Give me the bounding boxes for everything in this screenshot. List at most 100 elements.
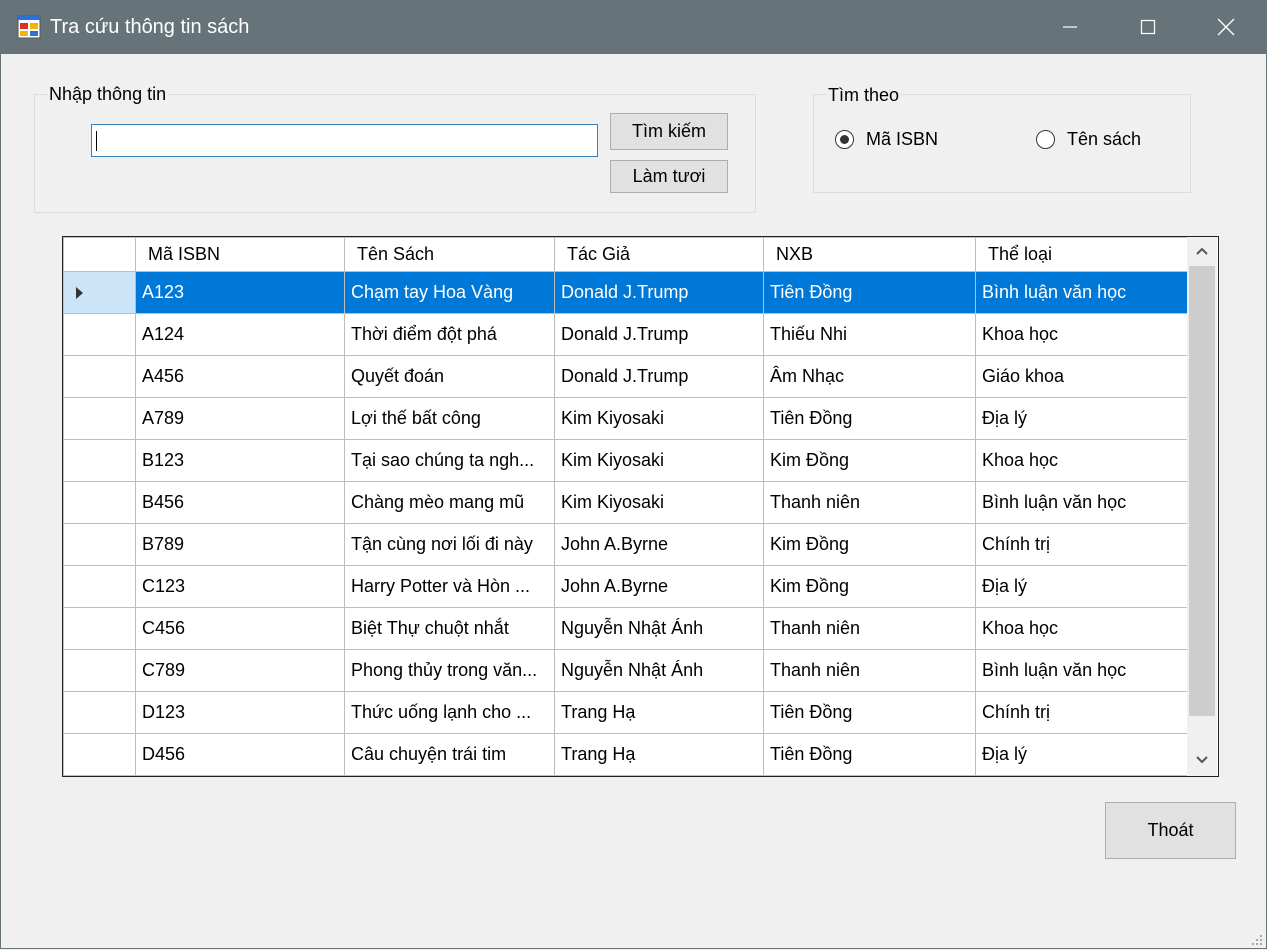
cell-author[interactable]: Donald J.Trump xyxy=(554,355,764,398)
cell-genre[interactable]: Địa lý xyxy=(975,397,1190,440)
cell-title[interactable]: Câu chuyện trái tim xyxy=(344,733,555,776)
cell-genre[interactable]: Địa lý xyxy=(975,565,1190,608)
cell-title[interactable]: Tận cùng nơi lối đi này xyxy=(344,523,555,566)
cell-publisher[interactable]: Kim Đồng xyxy=(763,439,976,482)
cell-author[interactable]: John A.Byrne xyxy=(554,523,764,566)
cell-isbn[interactable]: C789 xyxy=(135,649,345,692)
cell-genre[interactable]: Bình luận văn học xyxy=(975,649,1190,692)
cell-genre[interactable]: Khoa học xyxy=(975,313,1190,356)
resize-grip-icon[interactable] xyxy=(1250,933,1264,947)
table-row[interactable]: A456 Quyết đoán Donald J.Trump Âm Nhạc Giáo … xyxy=(63,355,1190,398)
cell-publisher[interactable]: Tiên Đồng xyxy=(763,397,976,440)
cell-publisher[interactable]: Thanh niên xyxy=(763,481,976,524)
exit-button[interactable]: Thoát xyxy=(1105,802,1236,859)
close-button[interactable] xyxy=(1186,0,1266,54)
table-row[interactable]: D123 Thức uống lạnh cho ... Trang Hạ Tiên Đ… xyxy=(63,691,1190,734)
table-row[interactable]: B456 Chàng mèo mang mũ Kim Kiyosaki Thanh n… xyxy=(63,481,1190,524)
cell-author[interactable]: Nguyễn Nhật Ánh xyxy=(554,649,764,692)
row-header[interactable] xyxy=(63,691,136,734)
cell-genre[interactable]: Bình luận văn học xyxy=(975,481,1190,524)
cell-author[interactable]: Nguyễn Nhật Ánh xyxy=(554,607,764,650)
row-header[interactable] xyxy=(63,439,136,482)
row-header[interactable] xyxy=(63,565,136,608)
table-row[interactable]: A789 Lợi thế bất công Kim Kiyosaki Tiên Đồn… xyxy=(63,397,1190,440)
cell-title[interactable]: Biệt Thự chuột nhắt xyxy=(344,607,555,650)
cell-isbn[interactable]: C123 xyxy=(135,565,345,608)
row-header[interactable] xyxy=(63,649,136,692)
cell-title[interactable]: Thời điểm đột phá xyxy=(344,313,555,356)
cell-title[interactable]: Chàng mèo mang mũ xyxy=(344,481,555,524)
cell-isbn[interactable]: A789 xyxy=(135,397,345,440)
cell-genre[interactable]: Giáo khoa xyxy=(975,355,1190,398)
cell-genre[interactable]: Khoa học xyxy=(975,607,1190,650)
cell-author[interactable]: Kim Kiyosaki xyxy=(554,439,764,482)
row-header[interactable] xyxy=(63,313,136,356)
cell-publisher[interactable]: Thanh niên xyxy=(763,607,976,650)
column-header-genre[interactable]: Thể loại xyxy=(975,237,1190,272)
cell-title[interactable]: Phong thủy trong văn... xyxy=(344,649,555,692)
cell-isbn[interactable]: C456 xyxy=(135,607,345,650)
cell-isbn[interactable]: A124 xyxy=(135,313,345,356)
cell-title[interactable]: Harry Potter và Hòn ... xyxy=(344,565,555,608)
radio-title[interactable]: Tên sách xyxy=(1036,129,1141,150)
cell-author[interactable]: Trang Hạ xyxy=(554,733,764,776)
cell-publisher[interactable]: Kim Đồng xyxy=(763,565,976,608)
cell-publisher[interactable]: Tiên Đồng xyxy=(763,733,976,776)
table-row[interactable]: A124 Thời điểm đột phá Donald J.Trump Thiếu… xyxy=(63,313,1190,356)
cell-author[interactable]: Kim Kiyosaki xyxy=(554,481,764,524)
maximize-button[interactable] xyxy=(1108,0,1188,54)
cell-isbn[interactable]: A456 xyxy=(135,355,345,398)
cell-isbn[interactable]: A123 xyxy=(135,271,345,314)
search-input[interactable] xyxy=(91,124,598,157)
cell-genre[interactable]: Khoa học xyxy=(975,439,1190,482)
cell-title[interactable]: Quyết đoán xyxy=(344,355,555,398)
row-header[interactable] xyxy=(63,271,136,314)
cell-publisher[interactable]: Thiếu Nhi xyxy=(763,313,976,356)
column-header-isbn[interactable]: Mã ISBN xyxy=(135,237,345,272)
cell-publisher[interactable]: Thanh niên xyxy=(763,649,976,692)
row-header[interactable] xyxy=(63,481,136,524)
vertical-scrollbar[interactable] xyxy=(1187,237,1217,776)
table-row[interactable]: B789 Tận cùng nơi lối đi này John A.Byrne K… xyxy=(63,523,1190,566)
cell-publisher[interactable]: Âm Nhạc xyxy=(763,355,976,398)
cell-isbn[interactable]: B123 xyxy=(135,439,345,482)
cell-genre[interactable]: Bình luận văn học xyxy=(975,271,1190,314)
refresh-button[interactable]: Làm tươi xyxy=(610,160,728,193)
table-row[interactable]: C123 Harry Potter và Hòn ... John A.Byrne K… xyxy=(63,565,1190,608)
cell-genre[interactable]: Chính trị xyxy=(975,691,1190,734)
column-header-title[interactable]: Tên Sách xyxy=(344,237,555,272)
cell-title[interactable]: Lợi thế bất công xyxy=(344,397,555,440)
scroll-up-button[interactable] xyxy=(1187,237,1217,265)
books-data-grid[interactable]: Mã ISBN Tên Sách Tác Giả NXB Thể loại A1… xyxy=(62,236,1219,777)
cell-author[interactable]: John A.Byrne xyxy=(554,565,764,608)
table-row[interactable]: D456 Câu chuyện trái tim Trang Hạ Tiên Đồng… xyxy=(63,733,1190,776)
cell-isbn[interactable]: B456 xyxy=(135,481,345,524)
cell-title[interactable]: Chạm tay Hoa Vàng xyxy=(344,271,555,314)
cell-author[interactable]: Donald J.Trump xyxy=(554,313,764,356)
cell-publisher[interactable]: Kim Đồng xyxy=(763,523,976,566)
table-row[interactable]: C456 Biệt Thự chuột nhắt Nguyễn Nhật Ánh Th… xyxy=(63,607,1190,650)
cell-publisher[interactable]: Tiên Đồng xyxy=(763,691,976,734)
cell-title[interactable]: Thức uống lạnh cho ... xyxy=(344,691,555,734)
table-row[interactable]: A123 Chạm tay Hoa Vàng Donald J.Trump Tiên … xyxy=(63,271,1190,314)
row-header[interactable] xyxy=(63,397,136,440)
scrollbar-thumb[interactable] xyxy=(1189,266,1215,716)
table-row[interactable]: B123 Tại sao chúng ta ngh... Kim Kiyosaki K… xyxy=(63,439,1190,482)
cell-isbn[interactable]: D123 xyxy=(135,691,345,734)
row-header[interactable] xyxy=(63,607,136,650)
row-header[interactable] xyxy=(63,733,136,776)
scroll-down-button[interactable] xyxy=(1187,746,1217,774)
row-header[interactable] xyxy=(63,355,136,398)
cell-author[interactable]: Trang Hạ xyxy=(554,691,764,734)
row-header[interactable] xyxy=(63,523,136,566)
search-button[interactable]: Tìm kiếm xyxy=(610,113,728,150)
column-header-publisher[interactable]: NXB xyxy=(763,237,976,272)
cell-genre[interactable]: Địa lý xyxy=(975,733,1190,776)
cell-isbn[interactable]: B789 xyxy=(135,523,345,566)
cell-title[interactable]: Tại sao chúng ta ngh... xyxy=(344,439,555,482)
cell-isbn[interactable]: D456 xyxy=(135,733,345,776)
cell-author[interactable]: Kim Kiyosaki xyxy=(554,397,764,440)
column-header-author[interactable]: Tác Giả xyxy=(554,237,764,272)
cell-author[interactable]: Donald J.Trump xyxy=(554,271,764,314)
cell-publisher[interactable]: Tiên Đồng xyxy=(763,271,976,314)
